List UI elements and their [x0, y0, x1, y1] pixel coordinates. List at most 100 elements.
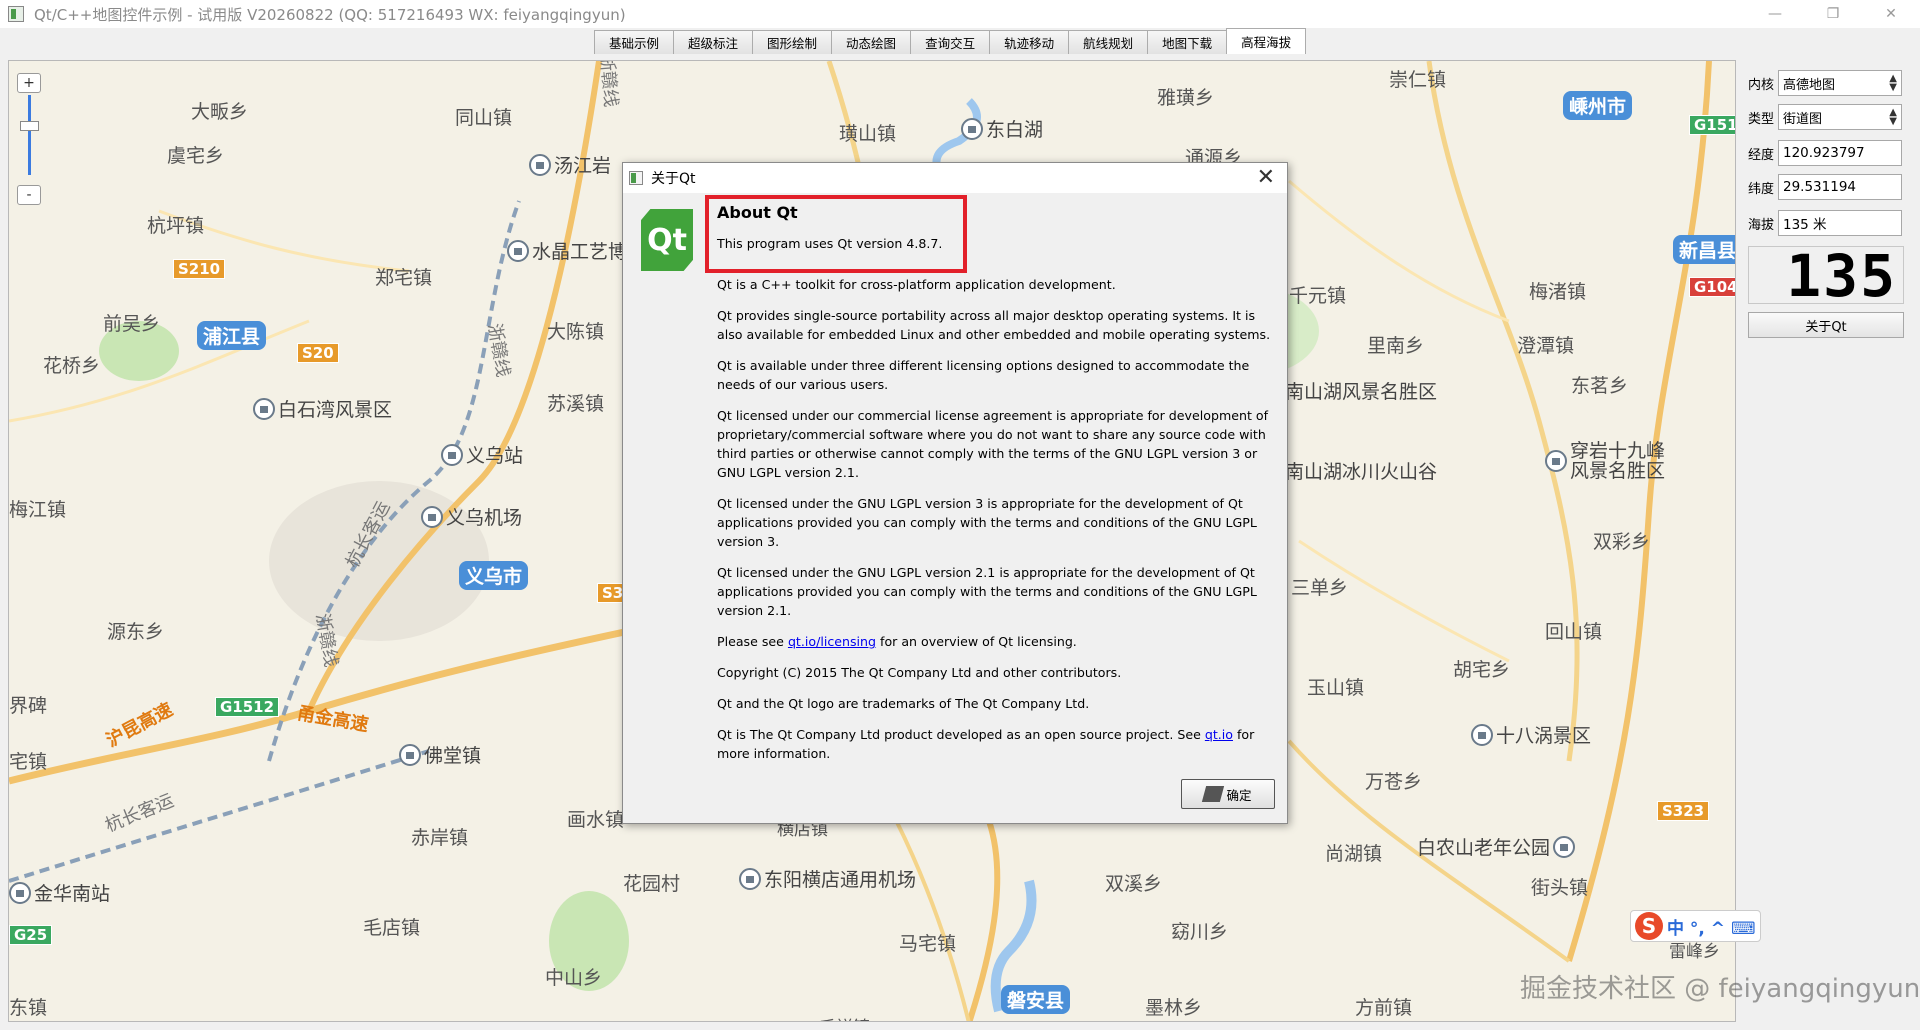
window-controls: — ❐ ✕: [1746, 0, 1920, 28]
longitude-field[interactable]: 120.923797: [1778, 140, 1902, 166]
ime-toolbar[interactable]: S 中 °, ^ ⌨: [1630, 910, 1761, 942]
road-label: 浙赣线: [595, 60, 622, 108]
zoom-out-button[interactable]: -: [17, 185, 41, 205]
latitude-field[interactable]: 29.531194: [1778, 174, 1902, 200]
zoom-slider-handle[interactable]: [20, 121, 39, 131]
map-label: 虞宅乡: [167, 145, 225, 167]
tab-7[interactable]: 地图下载: [1147, 30, 1228, 54]
map-label: 梅渚镇: [1529, 281, 1587, 303]
tab-1[interactable]: 超级标注: [673, 30, 754, 54]
control-panel: 内核 高德地图 ▲ ▼ 类型 街道图 ▲ ▼ 经度 120.923797 纬度 29.5…: [1740, 60, 1920, 1022]
tab-8[interactable]: 高程海拔: [1226, 28, 1307, 54]
window-titlebar: Qt/C++地图控件示例 - 试用版 V20260822 (QQ: 517216…: [0, 0, 1920, 28]
map-label: 郑宅镇: [375, 267, 433, 289]
zoom-track[interactable]: [28, 95, 31, 175]
tabs: 基础示例 超级标注 图形绘制 动态绘图 查询交互 轨迹移动 航线规划 地图下载 高程海拔: [594, 28, 1307, 54]
map-poi[interactable]: 东阳横店通用机场: [739, 865, 916, 892]
poi-label: 水晶工艺博: [532, 241, 628, 263]
licensing-prefix: Please see: [717, 634, 788, 649]
map-poi[interactable]: 义乌站: [441, 441, 523, 468]
altitude-lcd-display: 135: [1748, 246, 1904, 305]
map-label: 大畈乡: [191, 101, 249, 123]
kernel-select-value: 高德地图: [1783, 77, 1836, 93]
poi-label: 白石湾风景区: [278, 399, 393, 421]
dialog-paragraph: Qt provides single-source portability ac…: [717, 308, 1271, 342]
train-station-icon: [441, 443, 463, 466]
map-label: 马宅镇: [899, 933, 957, 955]
dropdown-arrow-icon: ▲ ▼: [1889, 107, 1897, 127]
map-label: 东茗乡: [1571, 375, 1629, 397]
check-icon: [1202, 786, 1225, 802]
map-label: 玉山镇: [1307, 677, 1365, 699]
ok-button-label: 确定: [1226, 787, 1252, 803]
map-poi[interactable]: 南山湖风景名胜区: [1285, 377, 1437, 404]
map-poi[interactable]: 水晶工艺博: [507, 237, 627, 264]
airport-icon: [739, 867, 761, 890]
about-heading: About Qt: [717, 203, 798, 222]
map-poi[interactable]: 白农山老年公园: [1417, 833, 1578, 860]
dialog-paragraph: Qt licensed under the GNU LGPL version 3…: [717, 496, 1257, 549]
map-poi[interactable]: 义乌机场: [421, 503, 522, 530]
lat-row: 纬度 29.531194: [1748, 174, 1902, 200]
map-label: 同山镇: [455, 107, 513, 129]
road-shield: G1512: [215, 697, 280, 717]
type-select-value: 街道图: [1783, 111, 1823, 127]
about-qt-dialog: 关于Qt ✕ Qt About Qt This program uses Qt …: [622, 162, 1288, 824]
dialog-paragraph: Qt licensed under our commercial license…: [717, 408, 1269, 480]
altitude-field[interactable]: 135 米: [1778, 210, 1902, 236]
lng-row: 经度 120.923797: [1748, 140, 1902, 166]
poi-label: 佛堂镇: [424, 745, 482, 767]
alt-label: 海拔: [1748, 217, 1775, 233]
city-badge: 嵊州市: [1563, 91, 1633, 120]
road-shield: G104: [1689, 277, 1735, 297]
ime-status: 中 °, ^ ⌨: [1667, 918, 1756, 939]
licensing-link[interactable]: qt.io/licensing: [788, 634, 876, 649]
poi-icon: [253, 397, 275, 420]
poi-label: 东阳横店通用机场: [764, 869, 917, 891]
map-poi[interactable]: 佛堂镇: [399, 741, 481, 768]
map-poi[interactable]: 南山湖冰川火山谷: [1285, 457, 1437, 484]
about-qt-button[interactable]: 关于Qt: [1748, 312, 1904, 338]
qt-logo-icon: Qt: [641, 209, 693, 271]
map-poi[interactable]: 白石湾风景区: [253, 395, 392, 422]
dialog-body: About Qt This program uses Qt version 4.…: [717, 203, 1277, 775]
zoom-control: + -: [17, 73, 43, 243]
map-label: 花桥乡: [43, 355, 101, 377]
kernel-row: 内核 高德地图 ▲ ▼: [1748, 70, 1902, 96]
minimize-button[interactable]: —: [1746, 0, 1804, 28]
map-poi[interactable]: 穿岩十九峰风景名胜区: [1545, 441, 1675, 481]
map-poi[interactable]: 东白湖: [961, 115, 1043, 142]
tab-0[interactable]: 基础示例: [594, 30, 675, 54]
zoom-in-button[interactable]: +: [17, 73, 41, 93]
tab-2[interactable]: 图形绘制: [752, 30, 833, 54]
tab-4[interactable]: 查询交互: [910, 30, 991, 54]
dialog-title: 关于Qt: [651, 171, 696, 187]
map-label: 方前镇: [1355, 997, 1413, 1019]
poi-label: 南山湖风景名胜区: [1285, 381, 1438, 403]
poi-label: 穿岩十九峰风景名胜区: [1570, 440, 1666, 482]
map-label: 梅江镇: [9, 499, 67, 521]
poi-icon: [507, 239, 529, 262]
dialog-paragraph: Qt is available under three different li…: [717, 358, 1250, 392]
tab-5[interactable]: 轨迹移动: [989, 30, 1070, 54]
map-poi[interactable]: 十八涡景区: [1471, 721, 1591, 748]
tab-6[interactable]: 航线规划: [1068, 30, 1149, 54]
close-window-button[interactable]: ✕: [1862, 0, 1920, 28]
road-shield: S20: [297, 343, 339, 363]
map-label: 街头镇: [1531, 877, 1589, 899]
ok-button[interactable]: 确定: [1181, 779, 1275, 809]
qt-io-link[interactable]: qt.io: [1205, 727, 1233, 742]
dialog-paragraph: Qt licensed under the GNU LGPL version 2…: [717, 565, 1257, 618]
kernel-select[interactable]: 高德地图 ▲ ▼: [1778, 70, 1902, 96]
lng-label: 经度: [1748, 147, 1775, 163]
park-icon: [1553, 835, 1576, 858]
type-select[interactable]: 街道图 ▲ ▼: [1778, 104, 1902, 130]
poi-icon: [1471, 723, 1493, 746]
road-shield: S210: [173, 259, 226, 279]
dialog-close-button[interactable]: ✕: [1257, 165, 1275, 190]
map-poi[interactable]: 汤江岩: [529, 151, 611, 178]
tab-3[interactable]: 动态绘图: [831, 30, 912, 54]
map-poi[interactable]: 金华南站: [9, 879, 110, 906]
restore-button[interactable]: ❐: [1804, 0, 1862, 28]
city-badge: 浦江县: [197, 321, 267, 350]
